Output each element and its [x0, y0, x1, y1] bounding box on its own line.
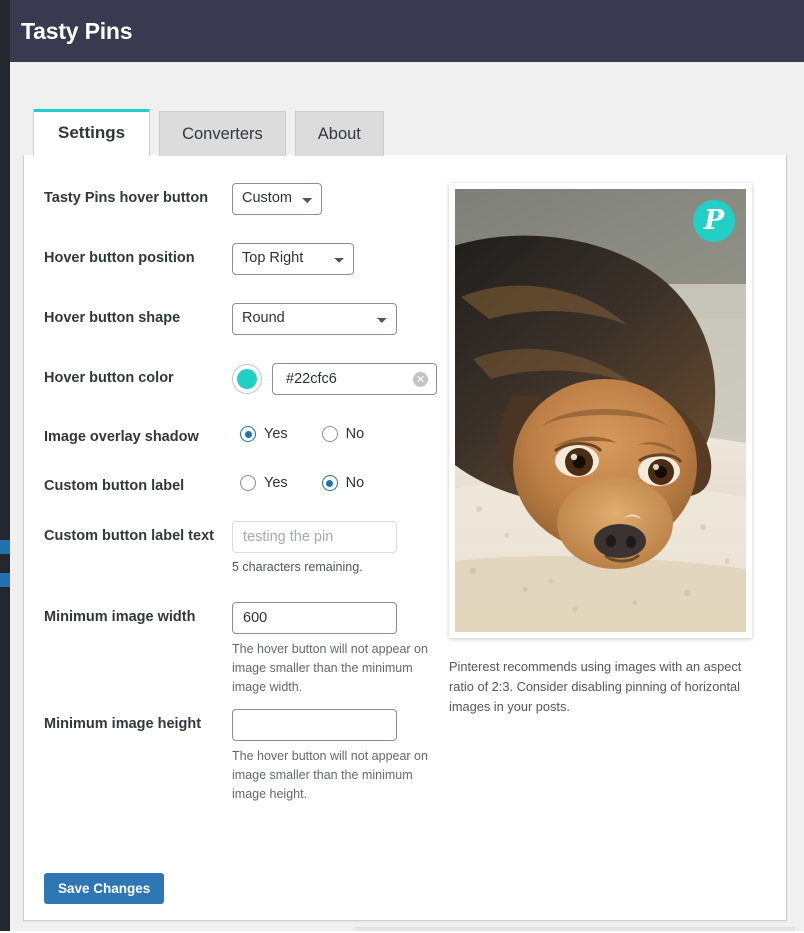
admin-sidebar-rail	[0, 0, 10, 931]
radio-overlay-shadow-yes-dot[interactable]	[240, 426, 256, 442]
label-hover-button: Tasty Pins hover button	[44, 190, 209, 206]
settings-panel: Tasty Pins hover button Custom Hover but…	[23, 155, 787, 921]
preview-column: P Pinterest recommends using images with…	[449, 183, 754, 716]
radio-custom-label-no-label: No	[345, 475, 365, 491]
preview-note: Pinterest recommends using images with a…	[449, 659, 742, 714]
field-overlay-shadow: Image overlay shadow Yes No	[44, 422, 454, 471]
tab-converters-label: Converters	[182, 124, 263, 143]
color-swatch-button[interactable]	[232, 364, 262, 394]
save-changes-button[interactable]: Save Changes	[44, 873, 165, 904]
settings-form: Tasty Pins hover button Custom Hover but…	[44, 183, 454, 803]
radio-custom-label-yes-label: Yes	[264, 475, 288, 491]
select-hover-shape[interactable]: Round	[232, 303, 397, 335]
field-hover-position: Hover button position Top Right	[44, 243, 454, 303]
pinterest-glyph: P	[703, 204, 725, 236]
clear-color-icon[interactable]: ✕	[413, 371, 428, 387]
radio-overlay-shadow-no-dot[interactable]	[321, 426, 338, 442]
app-header: Tasty Pins	[0, 0, 804, 62]
field-hover-shape: Hover button shape Round	[44, 303, 454, 363]
field-custom-button-label: Custom button label Yes No	[44, 471, 454, 521]
rail-highlight-1	[0, 540, 10, 554]
label-hover-color: Hover button color	[44, 370, 174, 386]
radio-custom-label-yes[interactable]: Yes	[232, 475, 288, 491]
input-minimum-image-width[interactable]	[232, 602, 397, 634]
input-custom-button-label-text[interactable]	[232, 521, 397, 553]
select-hover-position[interactable]: Top Right	[232, 243, 354, 275]
color-hex-field[interactable]: ✕	[272, 363, 437, 395]
tab-about-label: About	[317, 124, 361, 143]
label-hover-position: Hover button position	[44, 250, 195, 266]
label-custom-button-label: Custom button label	[44, 478, 185, 494]
dog-photo-illustration	[455, 189, 746, 632]
field-hover-color: Hover button color ✕	[44, 363, 454, 422]
radio-overlay-shadow-yes[interactable]: Yes	[232, 426, 288, 442]
tab-strip: Settings Converters About	[33, 109, 393, 156]
radio-custom-label-yes-dot[interactable]	[240, 475, 256, 491]
tab-about[interactable]: About	[294, 111, 384, 156]
char-count-text: 5 characters remaining.	[232, 560, 363, 574]
preview-photo: P	[455, 189, 746, 632]
help-minimum-image-height: The hover button will not appear on imag…	[232, 749, 428, 801]
field-custom-button-label-text: Custom button label text 5 characters re…	[44, 521, 454, 602]
pinterest-icon[interactable]: P	[693, 200, 735, 242]
app-title: Tasty Pins	[21, 17, 133, 44]
tab-settings-label: Settings	[58, 122, 126, 142]
select-hover-button[interactable]: Custom	[232, 183, 322, 215]
color-hex-input[interactable]	[284, 370, 413, 388]
tab-converters[interactable]: Converters	[159, 111, 286, 156]
preview-photo-frame: P	[449, 183, 752, 638]
tab-settings[interactable]: Settings	[33, 109, 151, 156]
input-minimum-image-height[interactable]	[232, 709, 397, 741]
label-hover-shape: Hover button shape	[44, 310, 181, 326]
label-minimum-image-width: Minimum image width	[44, 609, 196, 625]
rail-highlight-2	[0, 573, 10, 587]
radio-overlay-shadow-no[interactable]: No	[314, 426, 365, 442]
help-minimum-image-width: The hover button will not appear on imag…	[232, 642, 428, 694]
radio-overlay-shadow-yes-label: Yes	[264, 426, 288, 442]
bottom-shadow	[355, 927, 795, 933]
label-custom-button-label-text: Custom button label text	[44, 528, 214, 544]
radio-overlay-shadow-no-label: No	[345, 426, 365, 442]
label-overlay-shadow: Image overlay shadow	[44, 429, 199, 445]
radio-custom-label-no[interactable]: No	[314, 475, 365, 491]
field-minimum-image-width: Minimum image width The hover button wil…	[44, 602, 454, 709]
radio-custom-label-no-dot[interactable]	[321, 475, 338, 491]
field-hover-button: Tasty Pins hover button Custom	[44, 183, 454, 243]
field-minimum-image-height: Minimum image height The hover button wi…	[44, 709, 454, 803]
label-minimum-image-height: Minimum image height	[44, 716, 202, 732]
color-swatch-fill	[237, 369, 257, 389]
